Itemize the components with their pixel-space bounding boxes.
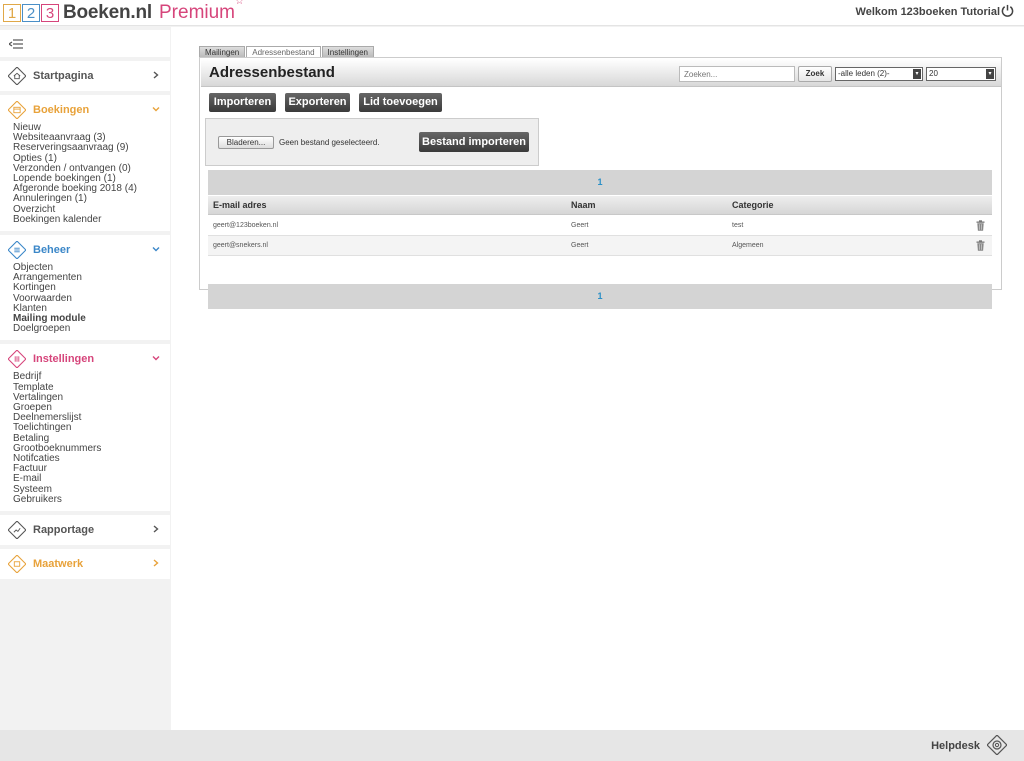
cell-email: geert@123boeken.nl <box>213 222 279 229</box>
column-email[interactable]: E-mail adres <box>213 200 267 210</box>
sidebar-item-instellingen[interactable]: Instellingen <box>0 344 170 374</box>
cell-category: Algemeen <box>732 242 764 249</box>
page-link-1[interactable]: 1 <box>597 291 602 301</box>
calendar-icon <box>8 101 26 119</box>
sidebar-link-gebruikers[interactable]: Gebruikers <box>13 494 170 505</box>
table-header: E-mail adres Naam Categorie <box>208 196 992 215</box>
cell-email: geert@snekers.nl <box>213 242 268 249</box>
cell-name: Geert <box>571 222 589 229</box>
cell-name: Geert <box>571 242 589 249</box>
trash-icon[interactable] <box>976 220 985 231</box>
section-startpagina: Startpagina <box>0 61 170 91</box>
per-page-value: 20 <box>929 69 938 78</box>
menu-toggle-icon[interactable] <box>9 38 23 50</box>
add-member-button[interactable]: Lid toevoegen <box>359 93 442 112</box>
sidebar-link-doelgroepen[interactable]: Doelgroepen <box>13 324 170 334</box>
export-button[interactable]: Exporteren <box>285 93 350 112</box>
member-filter-select[interactable]: -alle leden (2)- ▾ <box>835 67 923 81</box>
chevron-down-icon <box>152 107 160 112</box>
table-row[interactable]: geert@123boeken.nl Geert test <box>208 216 992 236</box>
section-beheer: Beheer Objecten Arrangementen Kortingen … <box>0 235 170 341</box>
sidebar-toggle-bar <box>0 30 170 57</box>
sidebar-item-boekingen[interactable]: Boekingen <box>0 95 170 125</box>
search-input[interactable] <box>679 66 795 82</box>
trash-icon[interactable] <box>976 240 985 251</box>
welcome-text: Welkom 123boeken Tutorial <box>855 6 1000 18</box>
sidebar-title-instellingen: Instellingen <box>33 353 95 366</box>
chevron-right-icon <box>153 559 159 567</box>
column-categorie[interactable]: Categorie <box>732 200 774 210</box>
tab-adressenbestand[interactable]: Adressenbestand <box>246 46 321 57</box>
lifebuoy-icon[interactable] <box>987 735 1007 755</box>
pager-bottom: 1 <box>208 284 992 309</box>
sidebar-link-kalender[interactable]: Boekingen kalender <box>13 214 170 225</box>
section-maatwerk: Maatwerk <box>0 549 170 580</box>
column-naam[interactable]: Naam <box>571 200 596 210</box>
chevron-right-icon <box>153 71 159 79</box>
cell-category: test <box>732 222 744 229</box>
custom-icon <box>8 555 26 574</box>
top-bar: 1 2 3 Boeken.nl Premium☆ Welkom 123boeke… <box>0 0 1024 26</box>
member-filter-value: -alle leden (2)- <box>838 69 890 78</box>
sidebar-title-rapportage: Rapportage <box>33 524 95 537</box>
pager-top: 1 <box>208 170 992 195</box>
dropdown-arrow-icon: ▾ <box>913 69 921 79</box>
import-file-button[interactable]: Bestand importeren <box>419 132 529 152</box>
sidebar-title-boekingen: Boekingen <box>33 104 90 116</box>
chevron-right-icon <box>153 525 159 533</box>
logo-digit-1: 1 <box>3 4 21 22</box>
sidebar-item-startpagina[interactable]: Startpagina <box>0 61 170 91</box>
sidebar-item-rapportage[interactable]: Rapportage <box>0 515 170 545</box>
boekingen-list: Nieuw Websiteaanvraag (3) Reserveringsaa… <box>0 122 170 225</box>
settings-icon <box>8 350 26 369</box>
no-file-label: Geen bestand geselecteerd. <box>279 138 380 147</box>
page-title: Adressenbestand <box>209 64 335 81</box>
sidebar-item-maatwerk[interactable]: Maatwerk <box>0 549 170 579</box>
main-content: Mailingen Adressenbestand Instellingen A… <box>171 27 1024 730</box>
address-panel: Adressenbestand Zoek -alle leden (2)- ▾ … <box>199 57 1002 309</box>
sidebar-item-beheer[interactable]: Beheer <box>0 235 170 265</box>
chevron-down-icon <box>152 356 160 361</box>
section-rapportage: Rapportage <box>0 515 170 546</box>
logo-brand: Boeken.nl <box>63 2 152 23</box>
import-button[interactable]: Importeren <box>209 93 276 112</box>
section-instellingen: Instellingen Bedrijf Template Vertalinge… <box>0 344 170 512</box>
upload-box: Bladeren... Geen bestand geselecteerd. B… <box>205 118 539 166</box>
chevron-down-icon <box>152 247 160 252</box>
home-icon <box>8 67 26 85</box>
list-icon <box>8 241 26 260</box>
per-page-select[interactable]: 20 ▾ <box>926 67 996 81</box>
panel-header: Adressenbestand Zoek -alle leden (2)- ▾ … <box>201 59 1001 87</box>
logo-digit-3: 3 <box>41 4 59 22</box>
sidebar: Startpagina Boekingen Nieuw Websiteaanvr… <box>0 27 170 730</box>
sidebar-title-maatwerk: Maatwerk <box>33 558 84 571</box>
footer: Helpdesk <box>0 730 1024 761</box>
search-button[interactable]: Zoek <box>798 66 832 82</box>
instellingen-list: Bedrijf Template Vertalingen Groepen Dee… <box>0 372 170 505</box>
logo-premium-text: Premium <box>159 2 236 23</box>
chart-icon <box>8 521 26 540</box>
tab-mailingen[interactable]: Mailingen <box>199 46 246 57</box>
section-boekingen: Boekingen Nieuw Websiteaanvraag (3) Rese… <box>0 95 170 232</box>
browse-button[interactable]: Bladeren... <box>218 136 274 149</box>
tab-instellingen[interactable]: Instellingen <box>321 46 374 57</box>
beheer-list: Objecten Arrangementen Kortingen Voorwaa… <box>0 262 170 334</box>
logo-premium: Premium☆ <box>159 0 244 24</box>
sidebar-title-beheer: Beheer <box>33 244 71 257</box>
power-icon[interactable] <box>1001 4 1014 17</box>
star-icon: ☆ <box>235 0 244 7</box>
tab-bar: Mailingen Adressenbestand Instellingen <box>199 46 375 57</box>
table-row[interactable]: geert@snekers.nl Geert Algemeen <box>208 236 992 256</box>
logo[interactable]: 1 2 3 Boeken.nl Premium☆ <box>3 0 244 24</box>
dropdown-arrow-icon: ▾ <box>986 69 994 79</box>
logo-digit-2: 2 <box>22 4 40 22</box>
page-link-1[interactable]: 1 <box>597 177 602 187</box>
sidebar-title-startpagina: Startpagina <box>33 70 94 82</box>
helpdesk-link[interactable]: Helpdesk <box>931 740 980 752</box>
